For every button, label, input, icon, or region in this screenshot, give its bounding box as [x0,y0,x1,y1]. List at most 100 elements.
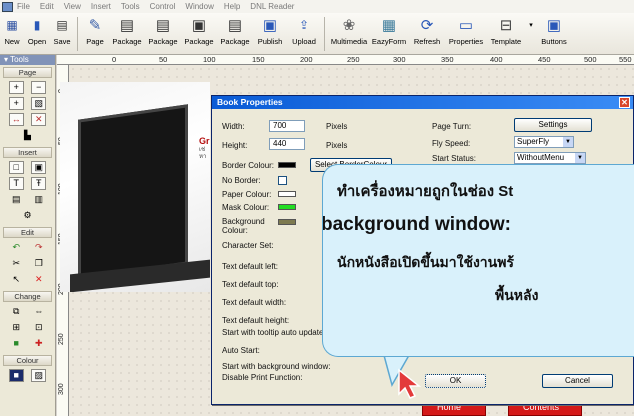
package-button-3[interactable]: ▣ Package [181,13,217,55]
bg-window-label: Start with background window: [222,362,331,371]
cut-icon[interactable]: ✂ [9,257,24,270]
line-colour-icon[interactable]: ▨ [31,369,47,382]
package-icon: ▤ [119,16,135,34]
template-button[interactable]: ⊟ Template [486,13,526,55]
new-button[interactable]: ▦ New [0,13,24,55]
page-heading-text[interactable]: Gr [199,136,210,146]
character-set-label: Character Set: [222,241,274,250]
disable-print-label: Disable Print Function: [222,373,303,382]
text-left-label: Text default left: [222,262,279,271]
buttons-icon: ▣ [546,16,562,34]
tools-group-page: Page + − + ▧ ↔ ✕ ▙ [3,67,52,145]
page-button[interactable]: ✎ Page [81,13,109,55]
auto-start-label: Auto Start: [222,346,260,355]
callout-line-2: background window: [322,214,511,235]
chevron-down-icon: ▾ [529,21,533,29]
template-dropdown[interactable]: ▾ [526,13,536,55]
ruler-tick: 250 [347,55,360,64]
background-colour-label: Background Colour: [222,217,265,235]
bring-front-icon[interactable]: ⧉ [9,305,24,318]
laptop-image[interactable] [60,82,210,292]
open-button[interactable]: ▮ Open [24,13,50,55]
fill-colour-icon[interactable]: ■ [8,369,24,382]
background-colour-swatch[interactable] [278,219,296,225]
paper-colour-label: Paper Colour: [222,190,272,199]
ok-button[interactable]: OK [425,374,486,388]
menu-file[interactable]: File [17,2,30,11]
menu-insert[interactable]: Insert [91,2,111,11]
ruler-tick: 100 [203,55,216,64]
settings-button[interactable]: Settings [514,118,592,132]
copy-icon[interactable]: ❐ [31,257,46,270]
pointer-icon[interactable]: ↖ [9,273,24,286]
save-button[interactable]: ▤ Save [50,13,74,55]
package-button-2[interactable]: ▤ Package [145,13,181,55]
buttons-button[interactable]: ▣ Buttons [536,13,572,55]
insert-rectangle-icon[interactable]: □ [8,161,24,174]
menu-view[interactable]: View [64,2,81,11]
page-turn-label: Page Turn: [432,122,472,131]
menu-edit[interactable]: Edit [40,2,54,11]
remove-page-icon[interactable]: − [31,81,47,94]
tools-group-colour: Colour ■ ▨ [3,355,52,385]
page-flip-icon[interactable]: ↔ [8,113,24,126]
open-icon: ▮ [33,18,41,32]
insert-textbox-icon[interactable]: Ŧ [31,177,47,190]
menu-window[interactable]: Window [185,2,213,11]
delete-icon[interactable]: ✕ [31,273,46,286]
insert-image-icon[interactable]: ▣ [31,161,47,174]
menu-tools[interactable]: Tools [121,2,140,11]
tools-group-change: Change ⧉ ⇔ ⊞ ⊡ ■ ✚ [3,291,52,353]
page-settings-icon[interactable]: ▙ [20,129,35,142]
width-input[interactable]: 700 [269,120,305,132]
insert-video-icon[interactable]: ▤ [9,193,24,206]
text-width-label: Text default width: [222,298,287,307]
page-delete-icon[interactable]: ✕ [31,113,47,126]
menu-control[interactable]: Control [150,2,176,11]
menu-help[interactable]: Help [224,2,240,11]
dialog-titlebar[interactable]: Book Properties ✕ [212,96,633,109]
align-icon[interactable]: ⊞ [9,321,24,334]
fly-speed-select[interactable]: SuperFly ▼ [514,136,574,148]
page-body-text[interactable]: เช่ หา [199,147,206,161]
move-icon[interactable]: ■ [9,337,24,350]
start-status-select[interactable]: WithoutMenu ▼ [514,152,586,164]
mask-colour-swatch[interactable] [278,204,296,210]
package-button-1[interactable]: ▤ Package [109,13,145,55]
paper-colour-swatch[interactable] [278,191,296,197]
insert-link-icon[interactable]: ⚙ [20,209,35,222]
rotate-icon[interactable]: ✚ [31,337,46,350]
properties-button[interactable]: ▭ Properties [446,13,486,55]
undo-icon[interactable]: ↶ [9,241,24,254]
insert-page-icon[interactable]: + [8,97,24,110]
eazyform-button[interactable]: ▦ EazyForm [370,13,408,55]
template-icon: ⊟ [499,16,513,34]
new-icon: ▦ [6,18,18,32]
page-copy-icon[interactable]: ▧ [31,97,47,110]
insert-text-icon[interactable]: T [8,177,24,190]
save-icon: ▤ [56,18,68,32]
package-button-4[interactable]: ▤ Package [217,13,253,55]
publish-button[interactable]: ▣ Publish [253,13,287,55]
add-page-icon[interactable]: + [8,81,24,94]
redo-icon[interactable]: ↷ [31,241,46,254]
ruler-tick: 0 [112,55,117,64]
upload-button[interactable]: ⇪ Upload [287,13,321,55]
group-title-change: Change [3,291,52,302]
resize-icon[interactable]: ⊡ [31,321,46,334]
laptop-screen [78,104,188,280]
menu-dnl-reader[interactable]: DNL Reader [250,2,294,11]
close-icon[interactable]: ✕ [619,97,630,108]
insert-sound-icon[interactable]: ▥ [31,193,46,206]
ruler-tick: 200 [300,55,313,64]
cancel-button[interactable]: Cancel [542,374,613,388]
group-title-edit: Edit [3,227,52,238]
multimedia-button[interactable]: ❀ Multimedia [328,13,370,55]
send-back-icon[interactable]: ⇔ [31,305,46,318]
eazyform-icon: ▦ [381,16,397,34]
height-input[interactable]: 440 [269,138,305,150]
tools-panel: ▾ Tools Page + − + ▧ ↔ ✕ ▙ Insert □ ▣ T … [0,55,56,416]
border-colour-swatch[interactable] [278,162,296,168]
no-border-checkbox[interactable] [278,176,287,185]
refresh-button[interactable]: ⟳ Refresh [408,13,446,55]
